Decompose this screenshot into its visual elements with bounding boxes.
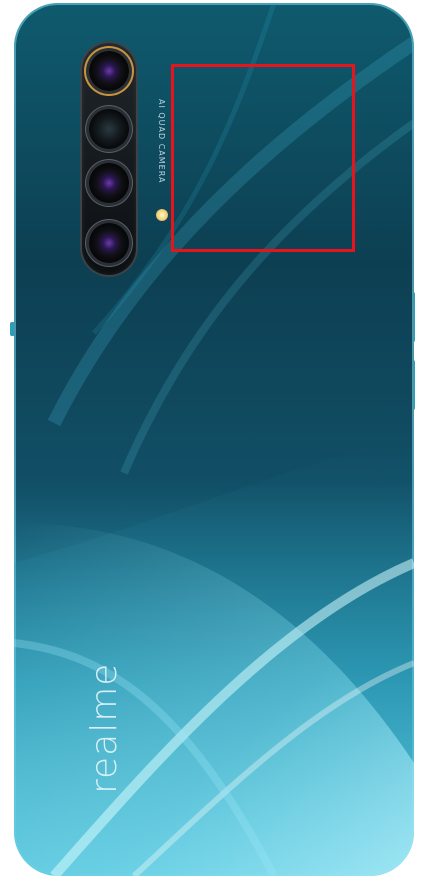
image-canvas: AI QUAD CAMERA realme xyxy=(0,0,429,879)
brand-logo: realme xyxy=(84,662,125,794)
camera-module xyxy=(82,43,136,275)
camera-label: AI QUAD CAMERA xyxy=(157,99,166,184)
lens-icon xyxy=(89,109,129,149)
lens-icon xyxy=(89,163,129,203)
lens-icon xyxy=(89,223,129,263)
flash-icon xyxy=(156,209,168,221)
main-lens-icon xyxy=(89,51,129,91)
highlight-box xyxy=(171,64,355,252)
